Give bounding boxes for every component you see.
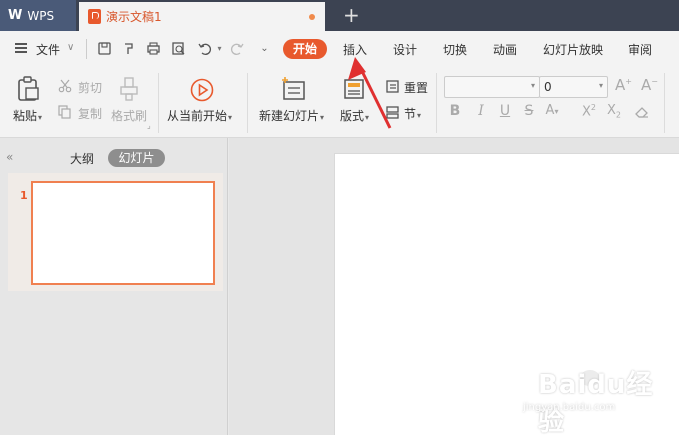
copy-icon: [58, 105, 71, 119]
chevron-down-icon: ▾: [320, 113, 325, 122]
chevron-down-icon: ▾: [417, 111, 422, 120]
save-icon[interactable]: [97, 41, 112, 56]
collapse-panel-icon[interactable]: «: [6, 150, 13, 164]
section-button[interactable]: 节▾: [404, 105, 421, 122]
hamburger-menu-icon[interactable]: [15, 43, 27, 53]
new-slide-button[interactable]: 新建幻灯片▾: [259, 107, 324, 124]
chevron-down-icon: ▾: [365, 113, 370, 122]
title-bar: W WPS 演示文稿1 +: [0, 0, 679, 31]
paste-label: 粘贴: [13, 109, 38, 123]
format-painter-button[interactable]: 格式刷: [111, 107, 147, 124]
format-painter-icon[interactable]: [122, 41, 137, 56]
slide-number: 1: [20, 189, 28, 202]
text-shadow-icon[interactable]: A▾: [543, 103, 561, 118]
font-size-select[interactable]: 0 ▾: [539, 76, 608, 98]
more-icon[interactable]: ⌄: [257, 41, 272, 56]
plus-icon[interactable]: +: [343, 3, 360, 27]
tab-review[interactable]: 审阅: [628, 41, 652, 58]
ribbon-toolbar: 粘贴▾ 剪切 复制 格式刷 ⌟ 从当前开始▾ 新建幻灯片▾ 版式▾ 重置 节▾ …: [0, 67, 679, 138]
from-current-label: 从当前开始: [167, 109, 228, 123]
reset-icon: [386, 80, 399, 93]
section-label: 节: [404, 107, 417, 121]
file-menu[interactable]: 文件: [36, 41, 60, 58]
watermark-url: jingyan.baidu.com: [523, 402, 616, 413]
print-preview-icon[interactable]: [171, 41, 186, 56]
divider: [436, 73, 437, 133]
undo-dropdown-icon[interactable]: ▾: [212, 41, 227, 56]
chevron-down-icon: ▾: [598, 81, 603, 90]
redo-icon: [231, 43, 244, 55]
tab-insert[interactable]: 插入: [343, 41, 367, 58]
reset-button[interactable]: 重置: [404, 79, 428, 96]
superscript-icon[interactable]: X2: [580, 103, 598, 119]
dialog-launcher-icon[interactable]: ⌟: [147, 121, 151, 130]
watermark-text: Baidu经验: [538, 370, 654, 435]
presentation-file-icon: [88, 9, 101, 24]
document-tab[interactable]: 演示文稿1: [79, 2, 325, 31]
chevron-down-icon: ▾: [530, 81, 535, 90]
wps-logo-icon: W: [8, 8, 22, 23]
font-name-select[interactable]: ▾: [444, 76, 540, 98]
layout-button[interactable]: 版式▾: [340, 107, 369, 124]
undo-icon[interactable]: [197, 41, 212, 56]
cut-icon: [58, 79, 72, 93]
tab-slides[interactable]: 幻灯片: [108, 149, 165, 167]
tab-outline[interactable]: 大纲: [70, 150, 94, 167]
section-icon: [386, 106, 399, 119]
chevron-down-icon: ▾: [38, 113, 43, 122]
font-size-value: 0: [544, 80, 552, 94]
chevron-down-icon: ▾: [228, 113, 233, 122]
paste-button[interactable]: 粘贴▾: [13, 107, 42, 124]
eraser-icon[interactable]: [634, 105, 650, 119]
from-current-button[interactable]: 从当前开始▾: [167, 107, 232, 124]
paste-icon[interactable]: [16, 76, 40, 102]
new-slide-icon[interactable]: [280, 76, 306, 102]
print-icon[interactable]: [146, 41, 161, 56]
chevron-down-icon[interactable]: ∨: [67, 42, 74, 53]
bold-icon[interactable]: B: [446, 103, 464, 119]
copy-button[interactable]: 复制: [78, 105, 102, 122]
subscript-icon[interactable]: X2: [605, 103, 623, 120]
document-tab-label: 演示文稿1: [106, 10, 162, 24]
tab-design[interactable]: 设计: [393, 41, 417, 58]
slide-thumbnail[interactable]: [31, 181, 215, 285]
layout-label: 版式: [340, 109, 365, 123]
format-painter-large-icon: [120, 77, 138, 101]
italic-icon[interactable]: I: [472, 103, 490, 119]
wps-home-tab[interactable]: W WPS: [0, 0, 76, 31]
layout-icon[interactable]: [343, 78, 365, 100]
divider: [664, 73, 665, 133]
decrease-font-icon[interactable]: A−: [641, 76, 658, 94]
increase-font-icon[interactable]: A+: [615, 76, 632, 94]
underline-icon[interactable]: U: [496, 103, 514, 119]
divider: [158, 73, 159, 133]
menu-bar: 文件 ∨ ▾ ⌄ 开始 插入 设计 切换 动画 幻灯片放映 审阅: [0, 31, 679, 67]
play-circle-icon[interactable]: [190, 78, 214, 102]
tab-animation[interactable]: 动画: [493, 41, 517, 58]
strikethrough-icon[interactable]: S: [520, 103, 538, 119]
tab-slideshow[interactable]: 幻灯片放映: [543, 41, 603, 58]
wps-tab-label: WPS: [27, 8, 55, 23]
cut-button[interactable]: 剪切: [78, 79, 102, 96]
divider: [86, 39, 87, 59]
unsaved-dot-icon: [309, 14, 315, 20]
divider: [247, 73, 248, 133]
tab-transition[interactable]: 切换: [443, 41, 467, 58]
tab-start[interactable]: 开始: [283, 39, 327, 59]
new-slide-label: 新建幻灯片: [259, 109, 320, 123]
